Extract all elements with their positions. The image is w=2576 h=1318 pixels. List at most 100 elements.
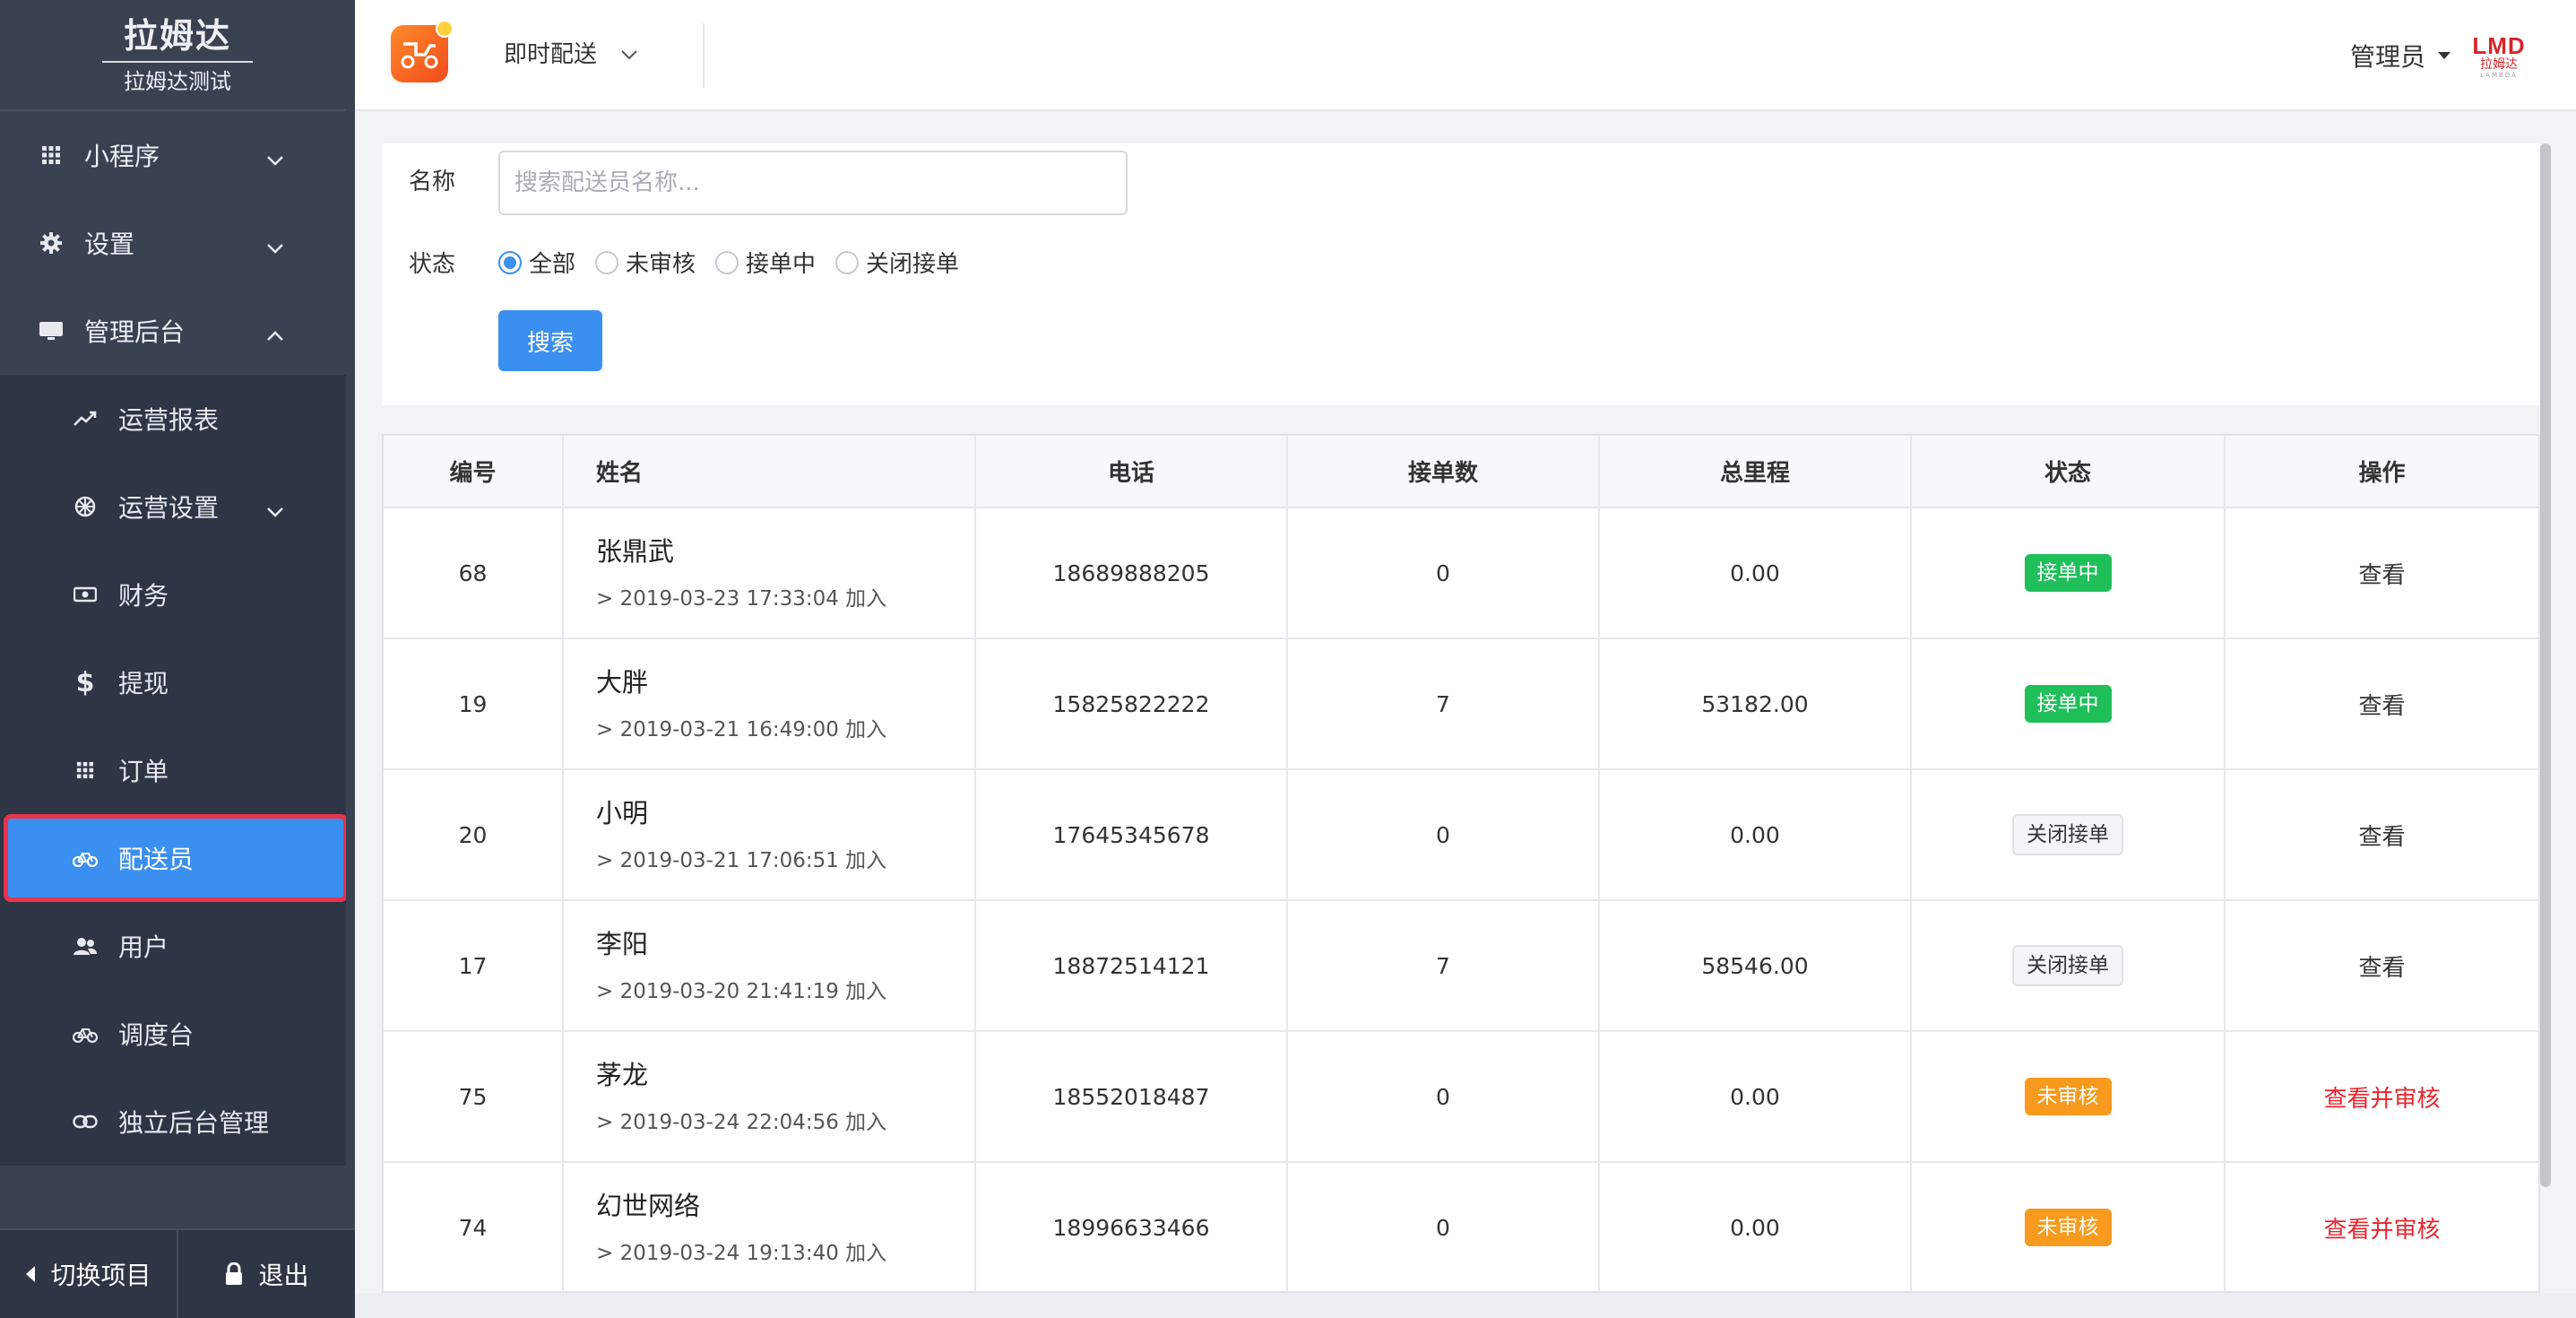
app-logo xyxy=(391,20,454,82)
table-row: 75 茅龙 > 2019-03-24 22:04:56 加入 1855201848… xyxy=(384,1031,2538,1163)
cell-id: 20 xyxy=(384,769,564,901)
brand-title: 拉姆达 xyxy=(123,16,231,56)
cell-phone: 17645345678 xyxy=(975,769,1288,901)
courier-name: 张鼎武 xyxy=(596,536,675,567)
switch-project-label: 切换项目 xyxy=(50,1261,151,1290)
sidebar-footer: 切换项目 退出 xyxy=(0,1228,355,1318)
status-filter-label: 状态 xyxy=(409,251,456,278)
cell-orders: 0 xyxy=(1287,1031,1600,1163)
bottom-edge xyxy=(355,1293,2576,1318)
status-radio-accepting[interactable]: 接单中 xyxy=(715,246,816,279)
view-link[interactable]: 查看 xyxy=(2358,562,2405,589)
switch-project-button[interactable]: 切换项目 xyxy=(0,1230,177,1318)
bicycle-icon xyxy=(72,845,99,871)
sidebar-item-label: 订单 xyxy=(118,757,169,786)
logout-button[interactable]: 退出 xyxy=(177,1230,355,1318)
search-button[interactable]: 搜索 xyxy=(498,310,602,371)
table-row: 19 大胖 > 2019-03-21 16:49:00 加入 1582582222… xyxy=(384,638,2538,770)
header-divider xyxy=(703,23,705,88)
sidebar-item-label: 独立后台管理 xyxy=(118,1108,270,1138)
menu-group-label: 管理后台 xyxy=(84,317,186,347)
delivery-mode-select[interactable]: 即时配送 xyxy=(504,36,638,69)
courier-joined-time: > 2019-03-21 16:49:00 加入 xyxy=(596,718,887,741)
cell-name: 幻世网络 > 2019-03-24 19:13:40 加入 xyxy=(563,1162,976,1291)
sidebar-item-standalone-admin[interactable]: 独立后台管理 xyxy=(0,1078,355,1166)
main-scrollbar[interactable] xyxy=(2540,143,2551,1187)
cell-phone: 15825822222 xyxy=(975,638,1288,770)
cell-status: 未审核 xyxy=(1911,1031,2226,1163)
user-menu[interactable]: 管理员 xyxy=(2350,38,2451,74)
sidebar-item-label: 运营设置 xyxy=(118,493,220,523)
cell-id: 19 xyxy=(384,638,564,770)
courier-name: 幻世网络 xyxy=(596,1191,701,1221)
cell-orders: 0 xyxy=(1287,507,1600,639)
logout-label: 退出 xyxy=(258,1261,309,1290)
menu-group-miniprogram[interactable]: 小程序 xyxy=(0,111,355,199)
link-icon xyxy=(72,1108,99,1135)
trend-icon xyxy=(72,405,99,432)
sidebar-item-orders[interactable]: 订单 xyxy=(0,726,355,814)
sidebar-item-label: 调度台 xyxy=(118,1020,194,1050)
lmd-logo-mark: LMD xyxy=(2472,32,2526,59)
cell-actions: 查看 xyxy=(2225,900,2538,1032)
sidebar-item-operation-report[interactable]: 运营报表 xyxy=(0,375,355,463)
chevron-up-icon xyxy=(265,319,285,349)
sidebar-item-withdraw[interactable]: $ 提现 xyxy=(0,638,355,726)
cell-status: 关闭接单 xyxy=(1911,900,2226,1032)
view-link[interactable]: 查看 xyxy=(2358,824,2405,851)
status-radio-all[interactable]: 全部 xyxy=(498,246,575,279)
cell-actions: 查看并审核 xyxy=(2225,1162,2538,1291)
cell-actions: 查看 xyxy=(2225,638,2538,770)
sidebar-scrollbar[interactable] xyxy=(346,0,355,1228)
column-header-id: 编号 xyxy=(384,436,564,508)
cell-phone: 18552018487 xyxy=(975,1031,1288,1163)
cell-status: 关闭接单 xyxy=(1911,769,2226,901)
status-badge: 关闭接单 xyxy=(2012,814,2123,855)
courier-table-container: 编号 姓名 电话 接单数 总里程 状态 操作 68 张鼎武 > 2019-03-2… xyxy=(382,434,2540,1293)
cell-name: 大胖 > 2019-03-21 16:49:00 加入 xyxy=(563,638,976,770)
sidebar-item-dispatch[interactable]: 调度台 xyxy=(0,990,355,1078)
radio-label: 全部 xyxy=(529,251,576,278)
delivery-mode-value: 即时配送 xyxy=(504,41,598,68)
cell-phone: 18689888205 xyxy=(975,507,1288,639)
menu-group-admin[interactable]: 管理后台 xyxy=(0,287,355,375)
status-badge: 未审核 xyxy=(2024,1209,2112,1246)
money-icon xyxy=(72,581,99,608)
view-and-review-link[interactable]: 查看并审核 xyxy=(2323,1086,2440,1113)
cell-mileage: 0.00 xyxy=(1599,1031,1912,1163)
menu-group-label: 小程序 xyxy=(84,142,160,171)
cell-id: 68 xyxy=(384,507,564,639)
status-radio-pending[interactable]: 未审核 xyxy=(595,246,696,279)
courier-name: 大胖 xyxy=(596,667,649,698)
logo-badge xyxy=(436,20,454,38)
courier-name-search-input[interactable] xyxy=(498,151,1128,215)
cell-orders: 0 xyxy=(1287,769,1600,901)
cell-actions: 查看 xyxy=(2225,769,2538,901)
brand-divider xyxy=(102,61,253,63)
user-name: 管理员 xyxy=(2349,42,2425,72)
sidebar-item-couriers[interactable]: 配送员 xyxy=(4,814,348,902)
cell-actions: 查看 xyxy=(2225,507,2538,639)
radio-dot xyxy=(715,250,739,274)
chevron-down-icon xyxy=(265,143,285,173)
table-header-row: 编号 姓名 电话 接单数 总里程 状态 操作 xyxy=(384,436,2538,508)
bicycle-icon xyxy=(72,1020,99,1047)
status-radio-closed[interactable]: 关闭接单 xyxy=(835,246,959,279)
sidebar-item-operation-settings[interactable]: 运营设置 xyxy=(0,463,355,551)
radio-label: 未审核 xyxy=(626,251,696,278)
courier-joined-time: > 2019-03-24 19:13:40 加入 xyxy=(596,1242,887,1265)
view-link[interactable]: 查看 xyxy=(2358,955,2405,982)
sidebar-item-finance[interactable]: 财务 xyxy=(0,551,355,638)
brand-subtitle: 拉姆达测试 xyxy=(124,69,231,94)
monitor-icon xyxy=(38,317,65,344)
cell-id: 17 xyxy=(384,900,564,1032)
caret-left-icon xyxy=(25,1265,36,1283)
sidebar-item-label: 提现 xyxy=(118,669,169,698)
cell-phone: 18872514121 xyxy=(975,900,1288,1032)
sidebar-item-users[interactable]: 用户 xyxy=(0,902,355,990)
column-header-phone: 电话 xyxy=(975,436,1288,508)
view-link[interactable]: 查看 xyxy=(2358,693,2405,720)
menu-group-settings[interactable]: 设置 xyxy=(0,199,355,287)
cell-status: 接单中 xyxy=(1911,507,2226,639)
view-and-review-link[interactable]: 查看并审核 xyxy=(2323,1217,2440,1244)
